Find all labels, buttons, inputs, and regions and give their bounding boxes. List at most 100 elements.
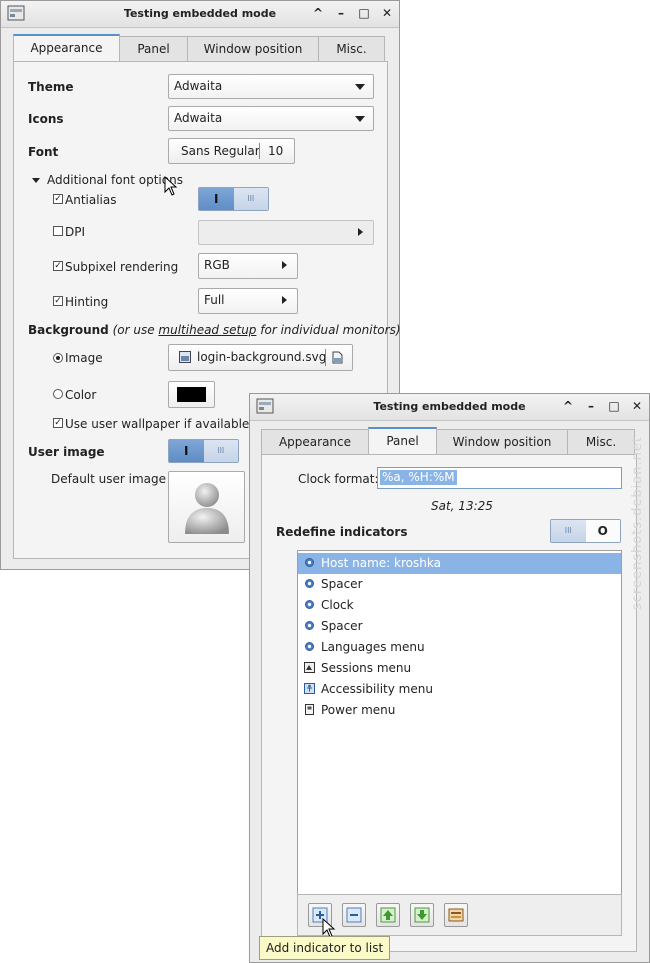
sessions-icon — [304, 662, 315, 673]
background-hint-post: for individual monitors) — [256, 323, 401, 337]
background-file-name: login-background.svg — [197, 350, 327, 364]
additional-font-options-expander[interactable]: Additional font options — [47, 173, 183, 187]
gear-icon — [305, 600, 314, 609]
clock-preview: Sat, 13:25 — [431, 499, 493, 513]
list-item[interactable]: Power menu — [298, 700, 621, 721]
tab-appearance[interactable]: Appearance — [261, 429, 369, 454]
power-icon — [305, 704, 314, 715]
remove-indicator-button[interactable] — [342, 903, 366, 927]
icons-label: Icons — [28, 112, 64, 126]
color-button[interactable] — [168, 381, 215, 408]
clock-format-value: %a, %H:%M — [380, 470, 457, 485]
hinting-checkbox[interactable]: ✓ — [53, 296, 63, 306]
titlebar[interactable]: Testing embedded mode ^ – □ ✕ — [1, 1, 399, 28]
list-item[interactable]: Accessibility menu — [298, 679, 621, 700]
user-image-button[interactable] — [168, 471, 245, 543]
antialias-checkbox[interactable]: ✓ — [53, 194, 63, 204]
background-file-button[interactable]: login-background.svg — [168, 344, 353, 371]
open-document-icon — [332, 351, 343, 364]
dpi-checkbox[interactable] — [53, 226, 63, 236]
list-item[interactable]: Clock — [298, 595, 621, 616]
indicators-list[interactable]: Host name: kroshka Spacer Clock Spacer L… — [297, 550, 622, 895]
tab-panel[interactable]: Panel — [119, 36, 188, 61]
font-size: 10 — [268, 144, 284, 158]
indicator-label: Sessions menu — [321, 661, 412, 675]
minimize-icon[interactable]: – — [585, 399, 597, 413]
tab-window-position[interactable]: Window position — [187, 36, 319, 61]
tab-misc[interactable]: Misc. — [567, 429, 635, 454]
background-hint-pre: (or use — [112, 323, 159, 337]
indicator-label: Accessibility menu — [321, 682, 433, 696]
color-label: Color — [65, 388, 97, 402]
hinting-combo[interactable]: Full — [198, 288, 298, 314]
move-down-button[interactable] — [410, 903, 434, 927]
font-label: Font — [28, 145, 59, 159]
chevron-right-icon — [282, 296, 287, 304]
image-radio[interactable] — [53, 353, 63, 363]
font-button[interactable]: Sans Regular 10 — [168, 138, 295, 164]
antialias-switch[interactable]: I III — [198, 187, 269, 211]
switch-off-glyph: III — [233, 188, 268, 210]
background-label: Background — [28, 323, 109, 337]
indicator-label: Clock — [321, 598, 354, 612]
properties-button[interactable] — [444, 903, 468, 927]
background-heading: Background (or use multihead setup for i… — [28, 323, 401, 337]
minimize-icon[interactable]: – — [335, 6, 347, 20]
switch-off-glyph: III — [203, 440, 238, 462]
tab-panel[interactable]: Panel — [368, 427, 437, 454]
list-toolbar — [297, 894, 622, 936]
wallpaper-checkbox[interactable]: ✓ — [53, 418, 63, 428]
tab-window-position[interactable]: Window position — [436, 429, 568, 454]
switch-off-glyph: III — [551, 520, 586, 542]
list-item[interactable]: Spacer — [298, 616, 621, 637]
icons-combo[interactable]: Adwaita — [168, 106, 374, 131]
watermark: screenshots.debian.net — [630, 436, 645, 610]
multihead-setup-link[interactable]: multihead setup — [158, 323, 256, 337]
remove-icon — [346, 907, 362, 923]
subpixel-checkbox[interactable]: ✓ — [53, 261, 63, 271]
font-separator — [259, 143, 260, 159]
chevron-right-icon — [358, 228, 363, 236]
collapse-icon[interactable]: ^ — [562, 399, 574, 413]
chevron-right-icon — [282, 261, 287, 269]
indicator-label: Languages menu — [321, 640, 425, 654]
properties-icon — [448, 908, 464, 922]
user-image-switch[interactable]: I III — [168, 439, 239, 463]
color-swatch — [177, 387, 206, 402]
antialias-label: Antialias — [65, 193, 117, 207]
font-name: Sans Regular — [181, 144, 260, 158]
avatar — [185, 483, 229, 534]
titlebar[interactable]: Testing embedded mode ^ – □ ✕ — [250, 394, 649, 421]
dropdown-arrow-icon — [355, 84, 365, 90]
maximize-icon[interactable]: □ — [608, 399, 620, 413]
theme-combo[interactable]: Adwaita — [168, 74, 374, 99]
tab-appearance[interactable]: Appearance — [13, 34, 120, 61]
user-image-label: User image — [28, 445, 105, 459]
color-radio[interactable] — [53, 389, 63, 399]
list-item[interactable]: Sessions menu — [298, 658, 621, 679]
close-icon[interactable]: ✕ — [381, 6, 393, 20]
subpixel-combo[interactable]: RGB — [198, 253, 298, 279]
theme-value: Adwaita — [174, 79, 223, 93]
tab-misc[interactable]: Misc. — [318, 36, 385, 61]
redefine-indicators-switch[interactable]: III O — [550, 519, 621, 543]
gear-icon — [305, 642, 314, 651]
icons-value: Adwaita — [174, 111, 223, 125]
arrow-down-icon — [414, 907, 430, 923]
expander-arrow-icon[interactable] — [32, 178, 40, 183]
switch-on-glyph: I — [199, 188, 234, 210]
wallpaper-label: Use user wallpaper if available — [65, 417, 250, 431]
subpixel-label: Subpixel rendering — [65, 260, 179, 274]
arrow-up-icon — [380, 907, 396, 923]
list-item[interactable]: Languages menu — [298, 637, 621, 658]
image-label: Image — [65, 351, 103, 365]
clock-format-input[interactable]: %a, %H:%M — [377, 467, 622, 489]
move-up-button[interactable] — [376, 903, 400, 927]
dpi-label: DPI — [65, 225, 86, 239]
list-item[interactable]: Host name: kroshka — [298, 553, 621, 574]
hinting-value: Full — [204, 293, 225, 307]
collapse-icon[interactable]: ^ — [312, 6, 324, 20]
maximize-icon[interactable]: □ — [358, 6, 370, 20]
list-item[interactable]: Spacer — [298, 574, 621, 595]
clock-format-label: Clock format: — [298, 472, 379, 486]
